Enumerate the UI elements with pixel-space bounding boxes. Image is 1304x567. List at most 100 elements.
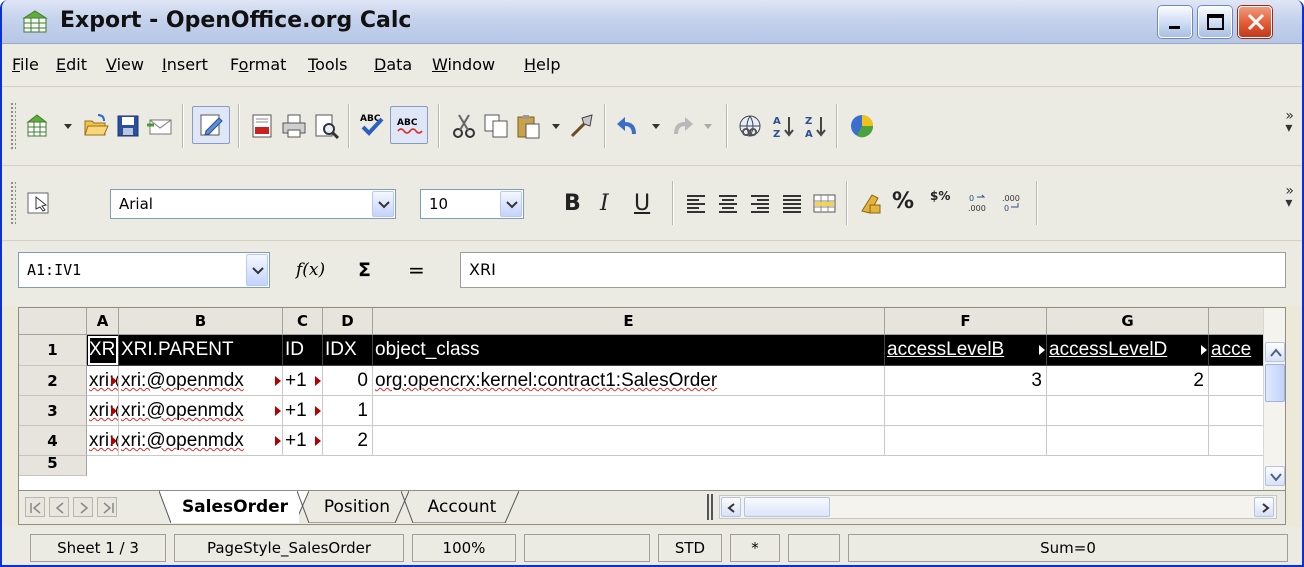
name-box[interactable]: A1:IV1 <box>18 252 270 288</box>
undo-icon[interactable] <box>614 112 642 140</box>
redo-icon[interactable] <box>668 112 696 140</box>
column-header-g[interactable]: G <box>1047 308 1209 335</box>
cell-f2[interactable]: 3 <box>885 366 1047 396</box>
toolbar-grip[interactable] <box>10 102 16 150</box>
percent-format-button[interactable]: % <box>892 189 914 214</box>
column-header-h[interactable] <box>1209 308 1265 335</box>
copy-icon[interactable] <box>482 112 510 140</box>
cell-g4[interactable] <box>1047 426 1209 456</box>
font-name-combo[interactable]: Arial <box>110 189 396 219</box>
dropdown-arrow-icon[interactable] <box>54 112 82 140</box>
vertical-scrollbar[interactable] <box>1263 308 1285 490</box>
cell-g2[interactable]: 2 <box>1047 366 1209 396</box>
cell-b3[interactable]: xri:@openmdx <box>119 396 283 426</box>
cell-g3[interactable] <box>1047 396 1209 426</box>
select-all-corner[interactable] <box>19 308 87 335</box>
scroll-down-button[interactable] <box>1265 466 1285 486</box>
tab-position[interactable]: Position <box>311 491 403 523</box>
tab-splitter[interactable] <box>707 494 713 520</box>
dropdown-arrow-icon[interactable] <box>642 112 670 140</box>
maximize-button[interactable] <box>1198 6 1232 38</box>
menu-window[interactable]: Window <box>432 55 495 74</box>
status-selection-mode[interactable]: STD <box>658 534 722 562</box>
page-preview-icon[interactable] <box>312 112 340 140</box>
cell-h2[interactable] <box>1209 366 1265 396</box>
sum-button[interactable]: Σ <box>358 259 371 281</box>
sort-ascending-icon[interactable]: AZ <box>770 112 798 140</box>
row-header-5[interactable]: 5 <box>19 456 87 476</box>
align-center-icon[interactable] <box>714 189 742 217</box>
underline-button[interactable]: U <box>634 191 650 216</box>
add-decimal-icon[interactable]: 0.000 <box>964 189 992 217</box>
column-header-b[interactable]: B <box>119 308 283 335</box>
spellcheck-icon[interactable]: ABC <box>358 110 386 138</box>
toolbar-grip[interactable] <box>10 181 16 225</box>
toolbar-overflow-icon[interactable]: » ▾ <box>1285 109 1294 135</box>
menu-data[interactable]: Data <box>374 55 412 74</box>
cell-d3[interactable]: 1 <box>323 396 373 426</box>
sort-descending-icon[interactable]: ZA <box>802 112 830 140</box>
font-size-dropdown[interactable] <box>500 191 522 217</box>
align-right-icon[interactable] <box>746 189 774 217</box>
stylist-icon[interactable] <box>24 189 52 217</box>
menu-help[interactable]: Help <box>524 55 560 74</box>
menu-edit[interactable]: Edit <box>56 55 87 74</box>
cell-b4[interactable]: xri:@openmdx <box>119 426 283 456</box>
cell-c2[interactable]: +1 <box>283 366 323 396</box>
column-header-e[interactable]: E <box>373 308 885 335</box>
last-sheet-button[interactable] <box>97 497 117 517</box>
dropdown-arrow-icon[interactable] <box>542 112 570 140</box>
open-folder-icon[interactable] <box>82 112 110 140</box>
export-pdf-icon[interactable] <box>248 112 276 140</box>
cell-c1[interactable]: ID <box>283 335 323 366</box>
currency-format-icon[interactable] <box>856 189 884 217</box>
cell-a1[interactable]: XRI <box>87 335 119 366</box>
scroll-right-button[interactable] <box>1254 497 1274 517</box>
cell-g1[interactable]: accessLevelD <box>1047 335 1209 366</box>
column-header-a[interactable]: A <box>87 308 119 335</box>
status-insert-mode[interactable] <box>524 534 650 562</box>
close-button[interactable] <box>1238 6 1272 38</box>
cell-a3[interactable]: xri:@ <box>87 396 119 426</box>
standard-format-button[interactable]: $% <box>930 189 950 203</box>
cell-f4[interactable] <box>885 426 1047 456</box>
menu-insert[interactable]: Insert <box>162 55 208 74</box>
cell-d4[interactable]: 2 <box>323 426 373 456</box>
cell-e1[interactable]: object_class <box>373 335 885 366</box>
chart-icon[interactable] <box>848 112 876 140</box>
delete-decimal-icon[interactable]: .0000 <box>998 189 1026 217</box>
clone-formatting-icon[interactable] <box>568 112 596 140</box>
title-bar[interactable]: Export - OpenOffice.org Calc <box>2 0 1302 44</box>
cell-c3[interactable]: +1 <box>283 396 323 426</box>
cell-b2[interactable]: xri:@openmdx <box>119 366 283 396</box>
paste-icon[interactable] <box>514 112 542 140</box>
scroll-thumb[interactable] <box>1265 364 1285 402</box>
cell-d1[interactable]: IDX <box>323 335 373 366</box>
prev-sheet-button[interactable] <box>49 497 69 517</box>
save-icon[interactable] <box>114 112 142 140</box>
dropdown-arrow-icon[interactable] <box>694 112 722 140</box>
font-name-dropdown[interactable] <box>372 191 394 217</box>
cell-d2[interactable]: 0 <box>323 366 373 396</box>
cell-a2[interactable]: xri:@ <box>87 366 119 396</box>
function-button[interactable]: = <box>408 258 425 282</box>
cell-f3[interactable] <box>885 396 1047 426</box>
hyperlink-icon[interactable] <box>736 112 764 140</box>
cell-e2[interactable]: org:opencrx:kernel:contract1:SalesOrder <box>373 366 885 396</box>
row-header-4[interactable]: 4 <box>19 426 87 456</box>
cell-h1[interactable]: acce <box>1209 335 1265 366</box>
italic-button[interactable]: I <box>600 191 609 216</box>
status-zoom[interactable]: 100% <box>412 534 516 562</box>
tab-account[interactable]: Account <box>417 491 507 523</box>
justify-icon[interactable] <box>778 189 806 217</box>
cell-e4[interactable] <box>373 426 885 456</box>
email-icon[interactable] <box>146 112 174 140</box>
scroll-up-button[interactable] <box>1265 342 1285 362</box>
column-header-c[interactable]: C <box>283 308 323 335</box>
row-header-3[interactable]: 3 <box>19 396 87 426</box>
menu-view[interactable]: View <box>106 55 144 74</box>
cell-e3[interactable] <box>373 396 885 426</box>
font-size-combo[interactable]: 10 <box>420 189 524 219</box>
minimize-button[interactable] <box>1158 6 1192 38</box>
menu-file[interactable]: File <box>12 55 39 74</box>
